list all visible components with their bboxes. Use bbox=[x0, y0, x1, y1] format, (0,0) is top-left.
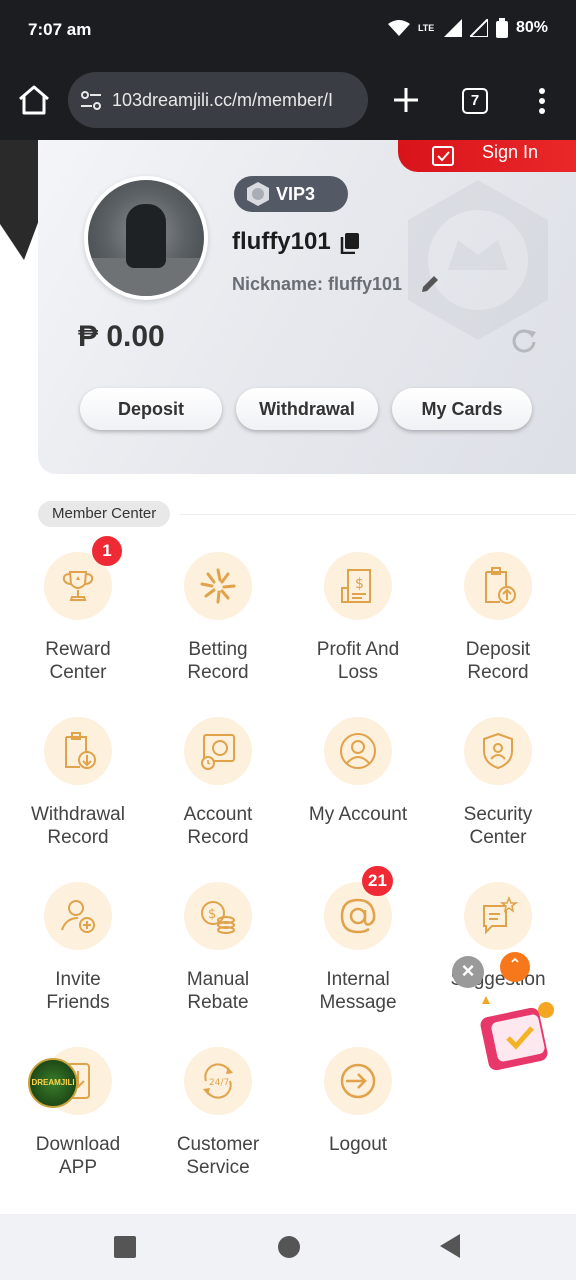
shield-user-icon bbox=[464, 717, 532, 785]
member-center-item-label: Profit And Loss bbox=[316, 639, 400, 683]
tab-switcher-button[interactable]: 7 bbox=[462, 88, 488, 114]
divider bbox=[180, 514, 576, 515]
refresh-icon[interactable] bbox=[510, 326, 538, 354]
member-center-item-label: Manual Rebate bbox=[186, 969, 250, 1013]
account-card: Sign In › VIP3 fluffy101 Nickname: fluff… bbox=[38, 140, 576, 474]
app-logo-float[interactable]: DREAMJILI bbox=[28, 1058, 78, 1108]
member-center-item-label: Deposit Record bbox=[465, 639, 531, 683]
member-center-item-label: Account Record bbox=[183, 804, 253, 848]
lte-label: LTE bbox=[417, 23, 435, 33]
member-center-item-deposit-record[interactable]: Deposit Record bbox=[428, 552, 568, 683]
member-center-item-logout[interactable]: Logout bbox=[288, 1047, 428, 1177]
support-24-7-icon: 24/7 bbox=[184, 1047, 252, 1115]
battery-icon bbox=[495, 18, 508, 38]
my-cards-button[interactable]: My Cards bbox=[392, 388, 532, 430]
member-center-item-invite-friends[interactable]: Invite Friends bbox=[8, 882, 148, 1013]
member-center-item-betting-record[interactable]: Betting Record bbox=[148, 552, 288, 683]
system-nav-bar bbox=[0, 1214, 576, 1280]
member-center-item-label: Invite Friends bbox=[46, 969, 110, 1013]
member-center-item-label: My Account bbox=[308, 804, 408, 825]
logout-icon bbox=[324, 1047, 392, 1115]
recent-apps-icon[interactable] bbox=[114, 1236, 136, 1258]
member-center-item-customer-service[interactable]: 24/7 Customer Service bbox=[148, 1047, 288, 1178]
member-center-item-label: Withdrawal Record bbox=[31, 804, 125, 848]
svg-text:$: $ bbox=[208, 907, 216, 922]
member-center-item-label: Suggestion bbox=[450, 969, 546, 990]
member-center-item-internal-message[interactable]: 21 Internal Message bbox=[288, 866, 428, 1013]
promo-gift-icon[interactable] bbox=[474, 994, 558, 1074]
status-bar: 7:07 am LTE 80% bbox=[0, 0, 576, 62]
member-center-title: Member Center bbox=[38, 501, 171, 527]
member-center-item-label: Customer Service bbox=[176, 1134, 260, 1178]
avatar-image bbox=[88, 180, 204, 296]
member-center-item-suggestion[interactable]: Suggestion bbox=[428, 882, 568, 1012]
member-page: Sign In › VIP3 fluffy101 Nickname: fluff… bbox=[0, 140, 576, 1214]
safe-clock-icon bbox=[184, 717, 252, 785]
star-burst-icon bbox=[184, 552, 252, 620]
battery-percent: 80% bbox=[515, 19, 548, 36]
status-icons: LTE 80% bbox=[387, 18, 548, 38]
user-circle-icon bbox=[324, 717, 392, 785]
vip-level: VIP3 bbox=[276, 184, 316, 204]
vip-medal-icon bbox=[247, 182, 269, 206]
avatar-figure bbox=[126, 204, 166, 268]
member-center-item-label: Internal Message bbox=[319, 969, 397, 1013]
member-center-item-label: Security Center bbox=[463, 804, 533, 848]
member-center-item-reward-center[interactable]: 1 Reward Center bbox=[8, 536, 148, 683]
copy-icon[interactable] bbox=[340, 232, 360, 254]
member-center-item-account-record[interactable]: Account Record bbox=[148, 717, 288, 848]
member-center-item-manual-rebate[interactable]: $ Manual Rebate bbox=[148, 882, 288, 1013]
wifi-icon bbox=[387, 20, 410, 36]
member-center-item-security-center[interactable]: Security Center bbox=[428, 717, 568, 848]
home-nav-icon[interactable] bbox=[278, 1236, 300, 1258]
member-center-item-withdrawal-record[interactable]: Withdrawal Record bbox=[8, 717, 148, 848]
vip-medal-watermark-icon bbox=[408, 180, 548, 340]
user-plus-icon bbox=[44, 882, 112, 950]
notification-badge: 1 bbox=[92, 536, 122, 566]
member-center-item-label: Download APP bbox=[35, 1134, 121, 1178]
signal-icon-2 bbox=[469, 19, 488, 37]
member-center-item-profit-and-loss[interactable]: $ Profit And Loss bbox=[288, 552, 428, 683]
edit-pencil-icon[interactable] bbox=[420, 274, 440, 294]
clipboard-upload-icon bbox=[464, 552, 532, 620]
member-center-item-label: Betting Record bbox=[187, 639, 249, 683]
address-bar[interactable]: 103dreamjili.cc/m/member/I bbox=[68, 72, 368, 128]
chat-star-icon bbox=[464, 882, 532, 950]
more-menu-icon[interactable] bbox=[530, 86, 554, 116]
receipt-dollar-icon: $ bbox=[324, 552, 392, 620]
member-center-item-label: Logout bbox=[328, 1134, 388, 1155]
chevron-up-icon[interactable]: ⌃ bbox=[500, 952, 530, 982]
balance-amount: ₱ 0.00 bbox=[78, 320, 165, 353]
sign-in-button[interactable]: Sign In › bbox=[398, 140, 576, 172]
username: fluffy101 bbox=[232, 228, 331, 255]
sign-in-label: Sign In bbox=[482, 142, 539, 162]
signal-icon bbox=[443, 19, 462, 37]
close-icon[interactable]: × bbox=[452, 956, 484, 988]
member-center-item-label: Reward Center bbox=[45, 639, 111, 683]
svg-text:24/7: 24/7 bbox=[209, 1078, 229, 1088]
withdrawal-button[interactable]: Withdrawal bbox=[236, 388, 378, 430]
site-settings-icon[interactable] bbox=[80, 90, 102, 112]
status-time: 7:07 am bbox=[28, 20, 92, 39]
coin-stack-icon: $ bbox=[184, 882, 252, 950]
deposit-button[interactable]: Deposit bbox=[80, 388, 222, 430]
home-icon[interactable] bbox=[16, 82, 52, 118]
new-tab-icon[interactable] bbox=[390, 84, 422, 116]
member-center-item-my-account[interactable]: My Account bbox=[288, 717, 428, 847]
avatar[interactable] bbox=[84, 176, 208, 300]
svg-text:$: $ bbox=[355, 576, 364, 592]
vip-badge: VIP3 bbox=[234, 176, 348, 212]
back-icon[interactable] bbox=[440, 1234, 460, 1258]
member-center-item-download-app[interactable]: Download APP bbox=[8, 1047, 148, 1178]
browser-toolbar: 103dreamjili.cc/m/member/I 7 bbox=[0, 62, 576, 140]
notification-badge: 21 bbox=[362, 866, 393, 896]
calendar-check-icon bbox=[432, 146, 454, 166]
nickname: Nickname: fluffy101 bbox=[232, 274, 403, 294]
url-text[interactable]: 103dreamjili.cc/m/member/I bbox=[112, 90, 358, 111]
clipboard-download-icon bbox=[44, 717, 112, 785]
